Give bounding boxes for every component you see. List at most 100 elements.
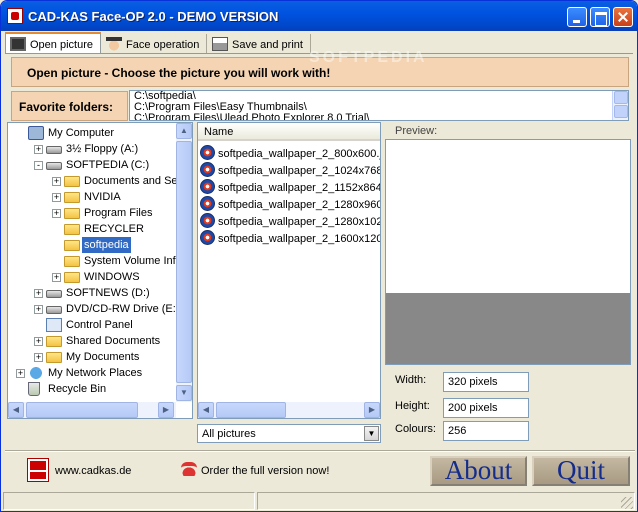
tree-item[interactable]: + DVD/CD-RW Drive (E:) [8,301,179,317]
file-list-horizontal-scrollbar[interactable]: ◀ ▶ [198,402,380,418]
expand-icon[interactable]: + [16,369,25,378]
width-field: 320 pixels [443,372,529,392]
tree-item[interactable]: System Volume Information [8,253,192,269]
scroll-up-arrow-icon[interactable] [614,91,628,104]
resize-grip-icon[interactable] [621,497,633,509]
scrollbar-thumb[interactable] [216,402,286,418]
expand-icon[interactable]: + [34,145,43,154]
expand-icon[interactable]: + [34,337,43,346]
network-icon [28,366,44,380]
tree-item-label: Control Panel [66,319,133,331]
expand-icon[interactable]: + [52,177,61,186]
tab-open-picture[interactable]: Open picture [5,32,101,54]
minimize-button[interactable] [567,7,587,27]
file-list-item[interactable]: softpedia_wallpaper_2_800x600.jpg [200,145,380,161]
image-file-icon [200,230,215,245]
file-list-item[interactable]: softpedia_wallpaper_2_1280x1024.jpg [200,213,380,229]
face-icon [106,37,122,51]
maximize-button[interactable] [590,7,610,27]
tree-item[interactable]: +3½ Floppy (A:) [8,141,176,157]
recycle-bin-icon [28,382,40,396]
tree-item[interactable]: Control Panel [8,317,176,333]
file-list-item[interactable]: softpedia_wallpaper_2_1280x960.jpg [200,196,380,212]
file-list-item[interactable]: softpedia_wallpaper_2_1024x768.jpg [200,162,380,178]
tree-item[interactable]: My Computer [8,125,176,141]
folder-icon [64,224,80,235]
scroll-down-arrow-icon[interactable] [614,105,628,118]
tree-item-label: NVIDIA [84,191,121,203]
printer-icon [212,37,228,51]
file-list[interactable]: Name softpedia_wallpaper_2_800x600.jpg so… [197,122,381,419]
about-button[interactable]: About [430,456,527,486]
tab-save-and-print[interactable]: Save and print [208,34,311,54]
phone-icon[interactable] [181,462,197,476]
tree-item[interactable]: Recycle Bin [8,381,176,397]
image-file-icon [200,145,215,160]
cadkas-logo-icon[interactable] [27,458,49,482]
tree-vertical-scrollbar[interactable]: ▲ ▼ [176,123,192,402]
file-list-item[interactable]: softpedia_wallpaper_2_1600x1200.jpg [200,230,381,246]
tab-label: Save and print [232,39,303,51]
tree-item-label: Shared Documents [66,335,161,347]
favorite-folders-list[interactable]: C:\softpedia\ C:\Program Files\Easy Thum… [129,90,629,121]
favorite-folder-item[interactable]: C:\Program Files\Ulead Photo Explorer 8.… [130,113,628,121]
tab-face-operation[interactable]: Face operation [102,34,207,54]
folder-icon [46,352,62,363]
scrollbar-thumb[interactable] [176,141,192,383]
scroll-left-arrow-icon[interactable]: ◀ [8,402,24,418]
expand-icon[interactable]: + [52,273,61,282]
tree-item[interactable]: + Shared Documents [8,333,176,349]
scroll-up-arrow-icon[interactable]: ▲ [176,123,192,139]
expand-icon[interactable]: + [34,289,43,298]
file-type-filter[interactable]: All pictures ▼ [197,424,381,443]
tree-item-label: My Network Places [48,367,143,379]
folder-icon [64,176,80,187]
expand-icon[interactable]: + [52,209,61,218]
expand-icon[interactable]: + [34,353,43,362]
tree-item[interactable]: + SOFTNEWS (D:) [8,285,176,301]
file-name: softpedia_wallpaper_2_1152x864.jpg [218,182,380,194]
computer-icon [28,126,44,140]
hard-drive-icon [46,162,62,170]
floppy-drive-icon [46,146,62,154]
chevron-down-icon[interactable]: ▼ [364,426,379,441]
quit-button[interactable]: Quit [532,456,630,486]
website-link[interactable]: www.cadkas.de [55,465,131,477]
folder-tree[interactable]: My Computer +3½ Floppy (A:) - SOFTPEDIA (C:… [7,122,193,419]
image-file-icon [200,213,215,228]
scrollbar-thumb[interactable] [26,402,138,418]
tree-item[interactable]: + My Documents [8,349,176,365]
collapse-icon[interactable]: - [34,161,43,170]
tab-label: Face operation [126,39,200,51]
expand-icon[interactable]: + [34,305,43,314]
close-button[interactable] [613,7,633,27]
tree-item[interactable]: - SOFTPEDIA (C:) [8,157,176,173]
scroll-down-arrow-icon[interactable]: ▼ [176,385,192,401]
image-file-icon [200,162,215,177]
favorite-folders-label: Favorite folders: [11,91,128,121]
hard-drive-icon [46,290,62,298]
tree-horizontal-scrollbar[interactable]: ◀ ▶ [8,402,176,418]
tree-item[interactable]: + My Network Places [8,365,176,381]
order-link[interactable]: Order the full version now! [201,465,329,477]
preview-image-content [386,293,630,364]
status-panel-right [257,492,635,510]
name-column-header[interactable]: Name [198,123,380,141]
file-name: softpedia_wallpaper_2_1600x1200.jpg [218,233,381,245]
expand-icon[interactable]: + [52,193,61,202]
scroll-right-arrow-icon[interactable]: ▶ [364,402,380,418]
tree-item-label: My Computer [48,127,115,139]
tree-item[interactable]: + Program Files [8,205,176,221]
file-list-item[interactable]: softpedia_wallpaper_2_1152x864.jpg [200,179,380,195]
favorites-scrollbar[interactable] [612,91,628,120]
scroll-right-arrow-icon[interactable]: ▶ [158,402,174,418]
tree-item[interactable]: RECYCLER [8,221,176,237]
tree-item[interactable]: + WINDOWS [8,269,176,285]
folder-open-icon [64,240,80,251]
scroll-left-arrow-icon[interactable]: ◀ [198,402,214,418]
tree-item[interactable]: + Documents and Settings [8,173,192,189]
tree-item[interactable]: softpedia [8,237,176,253]
tree-item[interactable]: + NVIDIA [8,189,176,205]
title-bar[interactable]: CAD-KAS Face-OP 2.0 - DEMO VERSION [1,1,637,31]
folder-icon [64,192,80,203]
